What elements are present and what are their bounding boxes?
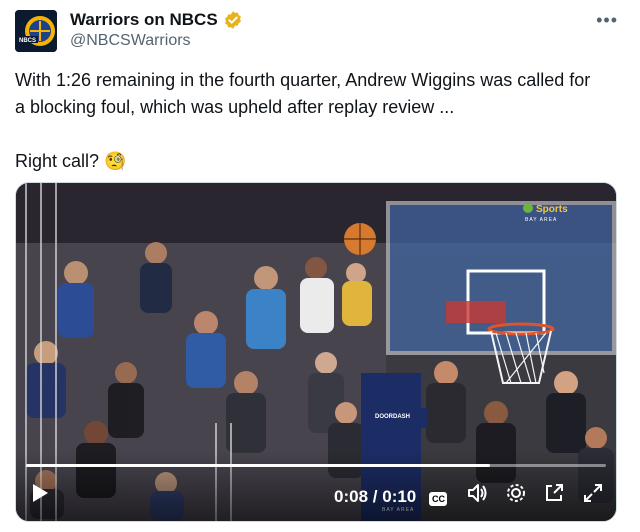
video-time-separator: / bbox=[372, 487, 378, 506]
play-icon[interactable] bbox=[30, 482, 50, 509]
avatar-logo-text: NBCS bbox=[19, 38, 36, 44]
account-handle[interactable]: @NBCSWarriors bbox=[70, 32, 191, 50]
tweet: NBCS Warriors on NBCS @NBCSWarriors ••• … bbox=[0, 0, 640, 532]
thinking-face-emoji: 🧐 bbox=[104, 151, 127, 171]
tweet-text-line-2: a blocking foul, which was upheld after … bbox=[15, 97, 455, 117]
avatar[interactable]: NBCS bbox=[15, 10, 57, 52]
broadcast-bug-text: BAY AREA bbox=[525, 217, 557, 223]
video-progress-fill bbox=[26, 464, 490, 467]
verified-badge-icon[interactable] bbox=[223, 10, 243, 30]
popout-icon[interactable] bbox=[543, 482, 565, 509]
settings-icon[interactable] bbox=[505, 482, 527, 509]
sponsor-banner: DOORDASH bbox=[368, 408, 428, 428]
svg-text:Sports: Sports bbox=[536, 204, 568, 215]
video-controls: 0:08 / 0:10 CC bbox=[16, 451, 616, 521]
fullscreen-icon[interactable] bbox=[582, 482, 604, 509]
more-options-icon[interactable]: ••• bbox=[596, 10, 618, 31]
tweet-question: Right call? 🧐 bbox=[15, 148, 625, 175]
author-row: Warriors on NBCS bbox=[70, 10, 243, 30]
video-duration: 0:10 bbox=[382, 487, 417, 506]
video-progress-bar[interactable] bbox=[26, 464, 606, 467]
tweet-text: With 1:26 remaining in the fourth quarte… bbox=[15, 67, 625, 175]
tweet-question-text: Right call? bbox=[15, 151, 100, 171]
video-current-time: 0:08 bbox=[334, 487, 369, 506]
volume-icon[interactable] bbox=[466, 482, 488, 509]
video-player[interactable]: Sports BAY AREA BAY AREA DOORDASH 0:08 /… bbox=[15, 182, 617, 522]
tweet-text-line-1: With 1:26 remaining in the fourth quarte… bbox=[15, 70, 591, 90]
account-name[interactable]: Warriors on NBCS bbox=[70, 10, 218, 30]
sponsor-banner-text: DOORDASH bbox=[375, 414, 411, 420]
captions-label: CC bbox=[432, 494, 445, 504]
video-time: 0:08 / 0:10 bbox=[334, 487, 416, 507]
captions-icon[interactable]: CC bbox=[429, 492, 447, 506]
